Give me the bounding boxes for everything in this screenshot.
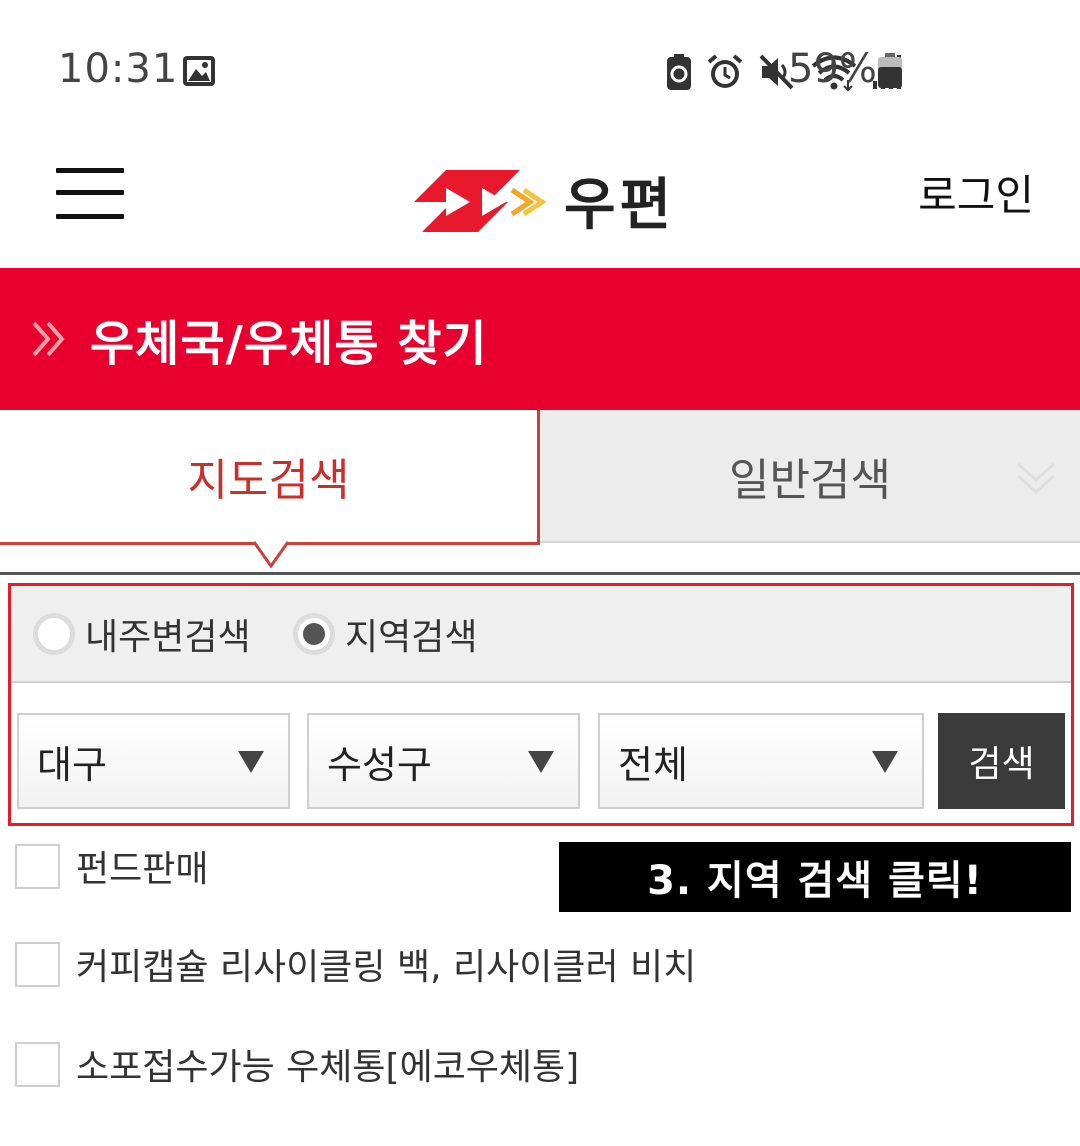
tab-label: 일반검색: [729, 454, 891, 506]
checkbox[interactable]: [15, 1041, 60, 1087]
radio-button[interactable]: [33, 613, 75, 655]
app-header: 우편 로그인: [0, 120, 1080, 268]
checkbox-label: 커피캡슐 리사이클링 백, 리사이클러 비치: [76, 947, 697, 988]
tutorial-annotation: 3. 지역 검색 클릭!: [559, 842, 1071, 912]
search-button-label: 검색: [968, 744, 1035, 785]
alarm-icon: [707, 54, 743, 88]
tab-map-search[interactable]: 지도검색: [0, 410, 540, 545]
post-logo-icon: [414, 169, 547, 232]
search-tabs: 지도검색 일반검색: [0, 410, 1080, 568]
logo-text: 우편: [564, 173, 676, 238]
neighborhood-select[interactable]: 전체: [598, 713, 924, 809]
radio-nearby-search[interactable]: 내주변검색: [33, 608, 251, 660]
radio-region-search[interactable]: 지역검색: [293, 608, 477, 660]
login-button[interactable]: 로그인: [918, 162, 1034, 223]
chevron-down-icon: [1017, 462, 1055, 495]
search-mode-radios: 내주변검색 지역검색: [11, 586, 1071, 683]
page-banner: 우체국/우체통 찾기: [0, 268, 1080, 410]
page-title: 우체국/우체통 찾기: [90, 316, 488, 372]
tab-general-search[interactable]: 일반검색: [540, 410, 1080, 543]
battery-percent: 59%: [788, 46, 877, 92]
divider: [0, 572, 1080, 575]
dropdown-arrow-icon: [238, 751, 264, 773]
battery-saver-icon: [667, 54, 691, 90]
select-value: 수성구: [327, 742, 432, 787]
district-select[interactable]: 수성구: [307, 713, 580, 809]
search-button[interactable]: 검색: [938, 713, 1065, 809]
select-value: 전체: [618, 742, 688, 787]
dropdown-arrow-icon: [872, 751, 898, 773]
status-time: 10:31: [58, 46, 179, 92]
logo[interactable]: 우편: [412, 160, 675, 241]
city-select[interactable]: 대구: [17, 713, 290, 809]
battery-icon: [878, 53, 902, 88]
annotation-text: 3. 지역 검색 클릭!: [647, 858, 983, 904]
checkbox[interactable]: [15, 941, 60, 987]
radio-button[interactable]: [293, 613, 335, 655]
filter-coffee-capsule-recycling[interactable]: 커피캡슐 리사이클링 백, 리사이클러 비치: [15, 938, 696, 990]
hamburger-menu-icon[interactable]: [56, 164, 124, 220]
checkbox[interactable]: [15, 843, 60, 889]
active-tab-pointer: [254, 540, 288, 568]
radio-label: 내주변검색: [85, 617, 251, 658]
dropdown-arrow-icon: [528, 751, 554, 773]
tab-label: 지도검색: [187, 455, 350, 506]
checkbox-label: 펀드판매: [76, 849, 209, 890]
status-bar: 10:31 59%: [0, 0, 1080, 120]
radio-label: 지역검색: [345, 617, 478, 658]
select-value: 대구: [37, 742, 107, 787]
filter-fund-sales[interactable]: 펀드판매: [15, 840, 208, 892]
checkbox-label: 소포접수가능 우체통[에코우체통]: [76, 1047, 580, 1088]
region-search-panel: 내주변검색 지역검색 대구 수성구 전체 검색: [8, 583, 1074, 826]
gallery-icon: [183, 56, 215, 86]
double-chevron-right-icon: [32, 321, 65, 357]
filter-eco-mailbox[interactable]: 소포접수가능 우체통[에코우체통]: [15, 1038, 579, 1090]
